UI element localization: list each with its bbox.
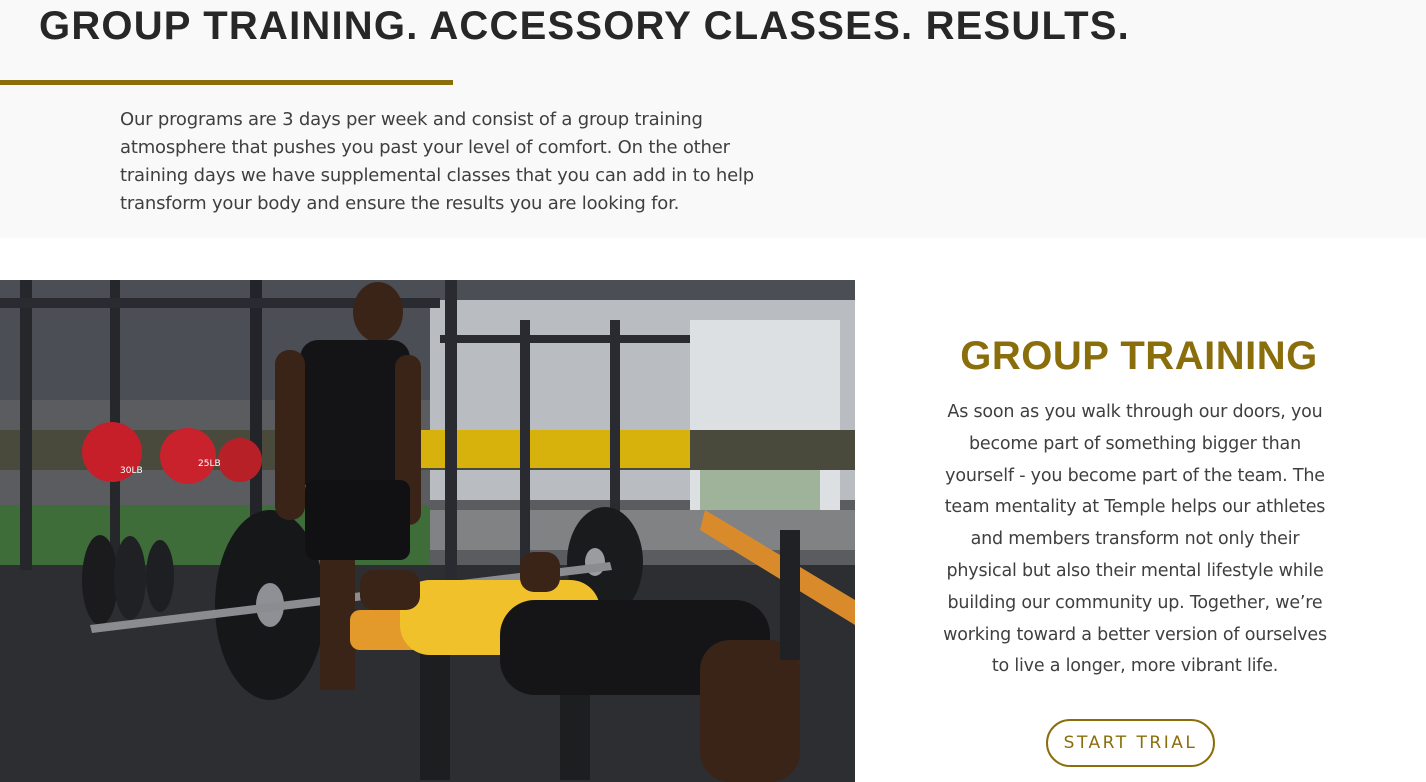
ball-label-2: 25LB [198,459,221,469]
intro-section: GROUP TRAINING. ACCESSORY CLASSES. RESUL… [0,0,1426,238]
page-headline: GROUP TRAINING. ACCESSORY CLASSES. RESUL… [39,4,1130,48]
feature-description: As soon as you walk through our doors, y… [943,402,1327,677]
feature-title: GROUP TRAINING [960,334,1318,378]
gym-training-photo: 30LB 25LB [0,280,855,782]
ball-label-1: 30LB [120,466,143,476]
intro-paragraph: Our programs are 3 days per week and con… [120,109,755,214]
start-trial-button[interactable]: START TRIAL [1046,719,1215,767]
accent-divider [0,80,453,85]
